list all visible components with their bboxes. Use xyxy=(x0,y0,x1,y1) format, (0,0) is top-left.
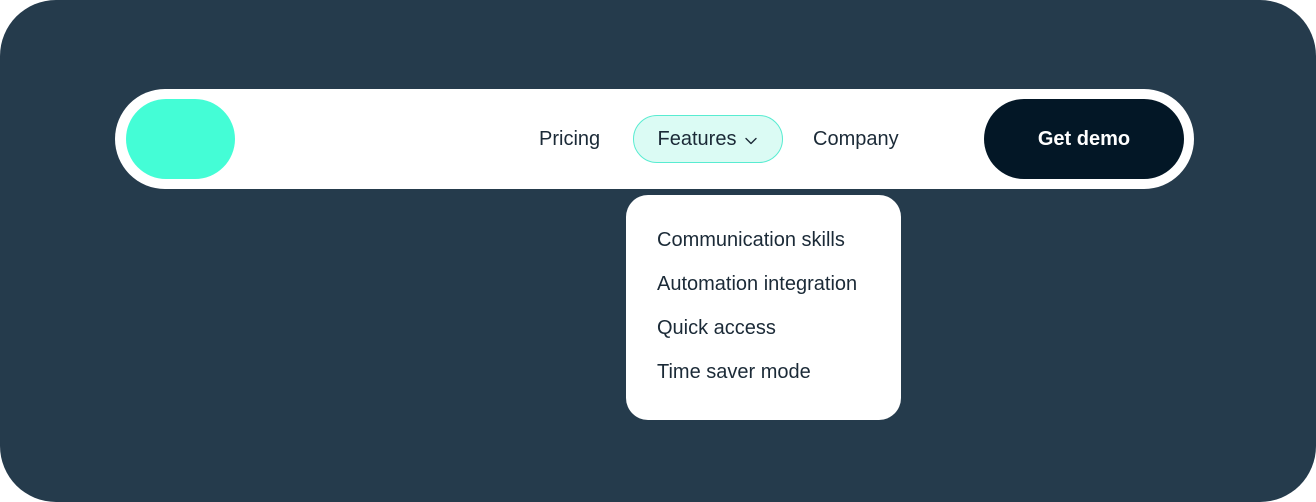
chevron-down-icon xyxy=(744,131,758,145)
get-demo-button[interactable]: Get demo xyxy=(984,99,1184,179)
nav-features-label: Features xyxy=(657,127,737,150)
top-navbar: Pricing Features Company Get demo xyxy=(115,89,1194,189)
nav-link-pricing[interactable]: Pricing xyxy=(539,115,600,163)
dropdown-item-communication-skills[interactable]: Communication skills xyxy=(626,218,901,262)
nav-link-company[interactable]: Company xyxy=(813,115,899,163)
dropdown-item-time-saver-mode[interactable]: Time saver mode xyxy=(626,350,901,394)
dropdown-item-quick-access[interactable]: Quick access xyxy=(626,306,901,350)
page-background: Pricing Features Company Get demo Commun… xyxy=(0,0,1316,502)
nav-features-toggle[interactable]: Features xyxy=(633,115,783,163)
dropdown-item-automation-integration[interactable]: Automation integration xyxy=(626,262,901,306)
features-dropdown-menu: Communication skills Automation integrat… xyxy=(626,195,901,420)
brand-logo[interactable] xyxy=(126,99,235,179)
